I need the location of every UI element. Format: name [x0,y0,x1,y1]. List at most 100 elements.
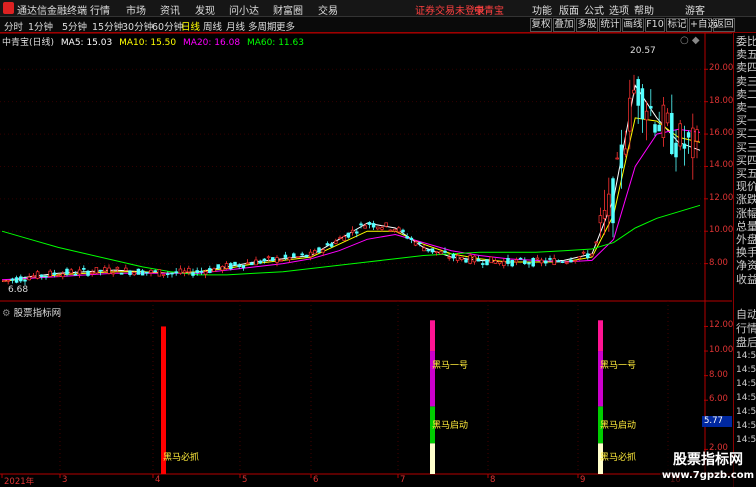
side-field-8: 买三 [736,140,756,154]
candle-body [178,268,183,274]
x-tick-label: 9 [580,475,586,485]
y-tick-label-main: 10.00 [709,225,734,236]
candle-body [187,267,191,273]
side-field-17: 净资 [736,259,756,273]
candle-body [355,231,359,234]
candle-body [107,267,111,274]
side-lower-1[interactable]: 行情 [736,322,756,335]
candle-body [10,278,15,281]
candle-body [132,272,136,276]
candle-body [283,254,288,258]
side-field-5: 卖一 [736,101,756,114]
candle-body [329,243,334,247]
sub-settings-icon[interactable]: ⚙ [2,308,11,319]
signal-bar-1-seg-3 [430,320,435,352]
candle-body [174,271,178,274]
candle-body [296,256,300,258]
watermark-url: www.7gpzb.com [661,470,755,481]
signal-start-label-2: 黑马启动 [600,421,637,431]
candle-body [552,258,556,265]
candle-body [313,250,317,255]
candle-body [199,270,204,273]
candle-body [443,250,447,253]
side-field-3: 卖三 [736,74,756,88]
price-high-label: 20.57 [630,46,656,56]
candle-body [577,256,582,259]
candle-body [481,263,485,265]
candle-body [632,89,636,94]
side-field-10: 买五 [736,167,756,180]
candle-body [523,260,527,264]
candle-body [220,265,225,271]
side-lower-6: 14:56 [736,393,756,403]
side-field-0: 委比 [736,35,756,48]
candle-body [392,228,397,232]
candle-body [23,279,27,282]
side-lower-5: 14:56 [736,379,756,389]
candle-body [224,263,229,269]
candle-body [304,254,309,258]
candle-body [94,267,99,274]
y-tick-label-sub: 10.00 [709,345,734,356]
candle-body [287,256,292,261]
side-lower-2[interactable]: 盘后 [736,336,756,349]
candle-body [569,259,573,263]
watermark-title: 股票指标网 [673,452,743,468]
x-tick-label: 4 [155,475,161,485]
ma20-label: MA20: 16.08 [183,38,241,48]
side-lower-7: 14:56 [736,407,756,417]
side-field-6: 买一 [736,114,756,128]
candle-body [77,269,82,275]
candle-body [44,275,48,278]
candle-body [208,268,212,273]
candle-body [472,255,477,263]
candle-body [430,248,435,253]
candle-body [619,144,624,169]
stock-period-label: 中青宝(日线) [2,38,55,48]
side-field-9: 买四 [736,153,756,167]
side-field-16: 换手 [736,246,756,260]
candle-body [229,263,233,270]
ma10-label: MA10: 15.50 [119,38,177,48]
kline-chart[interactable] [0,0,733,487]
candle-body [376,226,380,230]
candle-body [237,264,241,268]
candle-body [250,262,254,266]
signal-bar-2-seg-3 [598,320,603,352]
side-lower-9: 14:56 [736,435,756,445]
ma-line-ma20 [1,128,701,281]
candle-body [31,275,36,278]
candle-body [128,270,132,275]
side-lower-4: 14:56 [736,365,756,375]
candle-body [674,142,678,158]
candle-body [586,253,590,259]
y-tick-label-main: 16.00 [709,128,734,139]
candle-body [103,267,107,272]
y-tick-label-main: 8.00 [709,257,728,268]
side-field-15: 外盘 [736,233,756,246]
candle-body [573,260,577,262]
panel-controls-icon[interactable]: ○ ◆ [680,35,700,46]
candle-body [397,227,401,233]
quote-side-panel: 委比 卖五 卖四 卖三 卖二 卖一 买一 买二 买三 买四 买五 现价 涨跌 涨幅 总量 外盘 换手 净资 收益 自动… [733,33,756,487]
candle-body [161,274,166,276]
candle-body [565,262,569,264]
candle-body [2,280,6,282]
candle-body [636,79,640,106]
ma-line-ma5 [1,84,701,282]
candle-body [657,124,661,132]
candle-body [212,268,216,272]
candle-body [216,264,220,269]
candle-body [321,249,325,253]
candle-body [279,259,283,262]
candle-body [527,262,531,265]
candle-body [388,229,393,232]
candle-body [493,260,498,264]
candle-body [203,271,208,275]
candle-body [649,106,653,109]
candle-body [65,268,69,275]
candle-body [195,270,199,274]
candle-body [510,259,514,267]
candle-body [476,258,481,262]
side-lower-0[interactable]: 自动 [736,308,756,321]
